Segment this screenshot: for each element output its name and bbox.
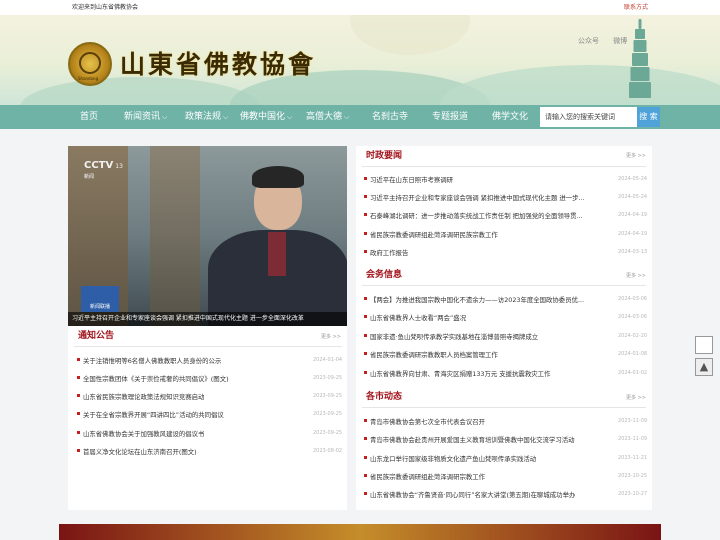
nav-culture[interactable]: 佛学文化 bbox=[492, 105, 528, 129]
association-more[interactable]: 更多 >> bbox=[626, 272, 646, 279]
politics-title: 时政要闻 bbox=[366, 151, 403, 161]
welcome-text: 欢迎来到山东省佛教协会 bbox=[72, 4, 139, 11]
notice-date: 2023-09-25 bbox=[313, 411, 343, 417]
local-date: 2023-11-09 bbox=[618, 436, 648, 442]
association-item[interactable]: 国家非遗·鱼山梵呗传承教学实践基地在淄博普照寺揭牌成立 bbox=[364, 332, 538, 341]
politics-date: 2024-04-19 bbox=[618, 212, 648, 218]
association-date: 2024-02-20 bbox=[618, 333, 648, 339]
notice-date: 2023-09-25 bbox=[313, 375, 343, 381]
politics-date: 2024-05-24 bbox=[618, 194, 648, 200]
nav-monks[interactable]: 高僧大德 ⌵ bbox=[306, 105, 349, 129]
nav-temples[interactable]: 名刹古寺 bbox=[372, 105, 408, 129]
politics-item[interactable]: 省民族宗教委调研组赴菏泽调研民族宗教工作 bbox=[364, 230, 498, 239]
footer-banner bbox=[59, 524, 661, 540]
slider-caption[interactable]: 习近平主持召开企业和专家座谈会强调 紧扣推进中国式现代化主题 进一步全面深化改革 bbox=[68, 312, 347, 326]
notice-item[interactable]: 全国性宗教团体《关于崇俭戒奢的共同倡议》(图文) bbox=[77, 374, 229, 383]
notice-item[interactable]: 山东省佛教协会关于加强教风建设的倡议书 bbox=[77, 429, 204, 438]
association-item[interactable]: 山东省佛教界人士收看“两会”盛况 bbox=[364, 313, 466, 322]
top-bar: 欢迎来到山东省佛教协会 联系方式 bbox=[0, 0, 720, 15]
notice-date: 2023-09-25 bbox=[313, 393, 343, 399]
notice-date: 2024-01-04 bbox=[313, 357, 343, 363]
notice-item[interactable]: 首届义净文化论坛在山东济南召开(图文) bbox=[77, 447, 197, 456]
back-to-top-icon[interactable]: ▲ bbox=[695, 358, 713, 376]
politics-item[interactable]: 习近平主持召开企业和专家座谈会强调 紧扣推进中国式现代化主题 进一步... bbox=[364, 193, 585, 202]
notice-date: 2023-09-25 bbox=[313, 430, 343, 436]
local-date: 2023-11-21 bbox=[618, 455, 648, 461]
politics-date: 2024-03-13 bbox=[618, 249, 648, 255]
contact-link[interactable]: 联系方式 bbox=[624, 0, 648, 15]
qrcode-icon[interactable] bbox=[695, 336, 713, 354]
association-item[interactable]: 省民族宗教委调研宗教教职人员档案管理工作 bbox=[364, 350, 498, 359]
association-date: 2024-03-06 bbox=[618, 314, 648, 320]
local-item[interactable]: 省民族宗教委调研组赴菏泽调研宗教工作 bbox=[364, 472, 485, 481]
local-date: 2023-10-27 bbox=[618, 491, 648, 497]
association-item[interactable]: 【两会】为推进我国宗教中国化不遗余力——访2023年度全国政协委员优... bbox=[364, 295, 584, 304]
slider-dots[interactable] bbox=[307, 317, 342, 326]
local-item[interactable]: 青岛市佛教协会第七次全市代表会议召开 bbox=[364, 417, 485, 426]
channel-sub: 新闻 bbox=[84, 174, 95, 180]
cctv-logo: CCTV 13 bbox=[84, 160, 123, 171]
notice-item[interactable]: 关于注销惟明等6名僧人佛教教职人员身份的公示 bbox=[77, 356, 221, 365]
notice-item[interactable]: 山东省民族宗教理论政策法规知识竞赛启动 bbox=[77, 392, 204, 401]
local-title: 各市动态 bbox=[366, 392, 403, 402]
chevron-down-icon: ⌵ bbox=[344, 113, 350, 121]
pagoda-illustration bbox=[628, 19, 652, 105]
local-item[interactable]: 山东龙口举行国家级非物质文化遗产鱼山梵呗传承实践活动 bbox=[364, 454, 536, 463]
local-date: 2023-11-09 bbox=[618, 418, 648, 424]
logo-text: Shandong bbox=[78, 76, 99, 81]
nav-home[interactable]: 首页 bbox=[80, 105, 98, 129]
notice-item[interactable]: 关于在全省宗教界开展“四讲四比”活动的共同倡议 bbox=[77, 410, 224, 419]
xinwen-badge: 新闻联播 bbox=[81, 286, 119, 312]
politics-more[interactable]: 更多 >> bbox=[626, 152, 646, 159]
local-item[interactable]: 青岛市佛教协会赴贵州开展爱国主义教育培训暨佛教中国化交流学习活动 bbox=[364, 435, 575, 444]
politics-item[interactable]: 石泰峰湖北调研：进一步推动落实统战工作责任制 把加强党的全面领导贯... bbox=[364, 211, 583, 220]
association-date: 2024-01-02 bbox=[618, 370, 648, 376]
local-date: 2023-10-25 bbox=[618, 473, 648, 479]
chevron-down-icon: ⌵ bbox=[162, 113, 168, 121]
nav-sinicization[interactable]: 佛教中国化 ⌵ bbox=[240, 105, 292, 129]
association-item[interactable]: 山东省佛教界向甘肃、青海灾区捐赠133万元 支援抗震救灾工作 bbox=[364, 369, 550, 378]
notice-title: 通知公告 bbox=[78, 331, 115, 341]
notice-date: 2023-08-02 bbox=[313, 448, 343, 454]
association-logo[interactable]: Shandong bbox=[68, 42, 112, 86]
local-more[interactable]: 更多 >> bbox=[626, 394, 646, 401]
nav-special[interactable]: 专题报道 bbox=[432, 105, 468, 129]
notice-panel: 通知公告 更多 >> 关于注销惟明等6名僧人佛教教职人员身份的公示 2024-0… bbox=[68, 326, 347, 510]
local-item[interactable]: 山东省佛教协会“齐鲁贤音·同心同行”名家大讲堂(第五期)在聊城成功举办 bbox=[364, 490, 575, 499]
news-slider[interactable]: CCTV 13 新闻 新闻联播 习近平主持召开企业和专家座谈会强调 紧扣推进中国式… bbox=[68, 146, 347, 326]
nav-news[interactable]: 新闻资讯 ⌵ bbox=[124, 105, 167, 129]
search-button[interactable]: 搜 索 bbox=[637, 107, 660, 127]
nav-policy[interactable]: 政策法规 ⌵ bbox=[185, 105, 228, 129]
politics-date: 2024-04-19 bbox=[618, 231, 648, 237]
site-title: 山東省佛教協會 bbox=[120, 50, 317, 79]
notice-more[interactable]: 更多 >> bbox=[321, 333, 341, 340]
association-date: 2024-03-06 bbox=[618, 296, 648, 302]
chevron-down-icon: ⌵ bbox=[223, 113, 229, 121]
politics-date: 2024-05-24 bbox=[618, 176, 648, 182]
politics-item[interactable]: 政府工作报告 bbox=[364, 248, 408, 257]
politics-item[interactable]: 习近平在山东日照市考察调研 bbox=[364, 175, 453, 184]
wechat-link[interactable]: 公众号 bbox=[578, 37, 599, 45]
association-title: 会务信息 bbox=[366, 270, 403, 280]
header-banner: Shandong 山東省佛教協會 公众号 微博 bbox=[0, 15, 720, 105]
weibo-link[interactable]: 微博 bbox=[613, 37, 627, 45]
association-date: 2024-01-08 bbox=[618, 351, 648, 357]
search-input[interactable]: 请输入您的搜索关键词 bbox=[540, 107, 637, 127]
right-panel: 时政要闻 更多 >> 习近平在山东日照市考察调研 2024-05-24 习近平主… bbox=[356, 146, 652, 510]
chevron-down-icon: ⌵ bbox=[287, 113, 293, 121]
